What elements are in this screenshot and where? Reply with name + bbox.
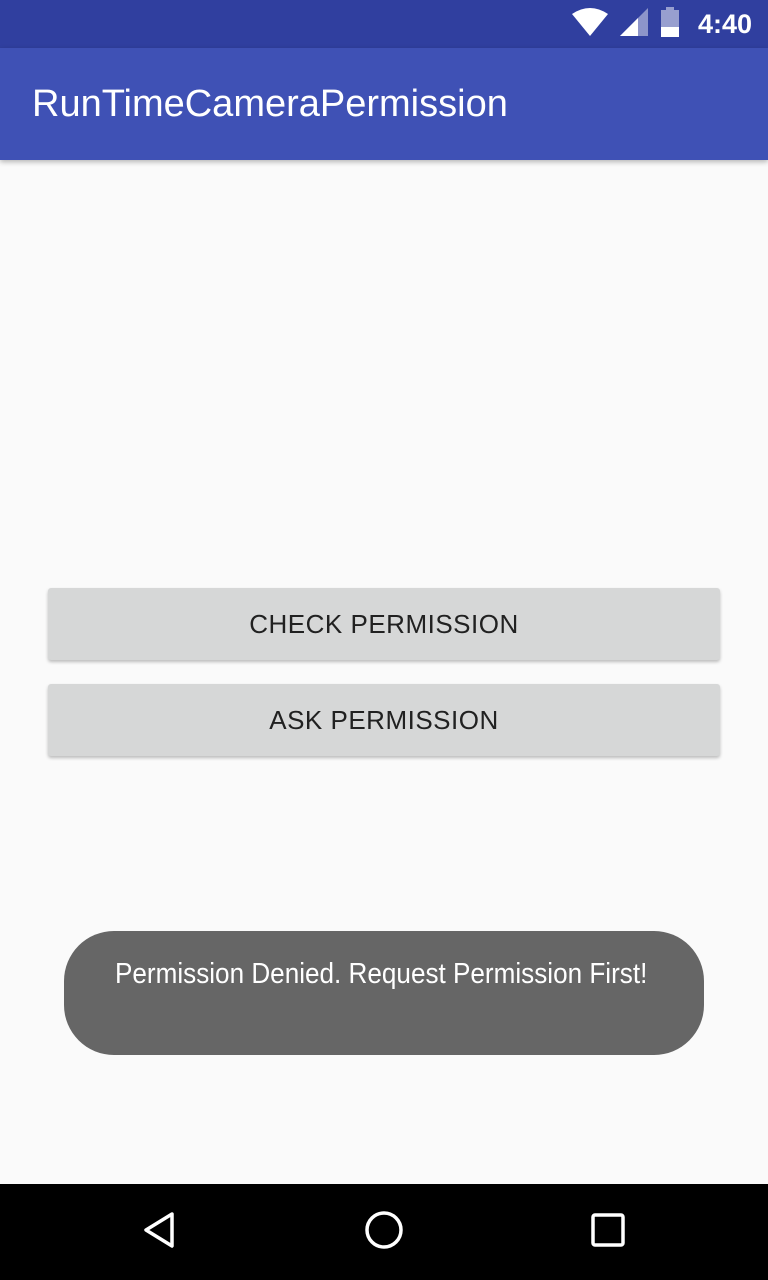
navigation-bar xyxy=(0,1184,768,1280)
status-icons: 4:40 xyxy=(571,0,752,48)
back-icon xyxy=(140,1210,180,1255)
cell-signal-icon xyxy=(619,7,648,41)
app-title: RunTimeCameraPermission xyxy=(32,83,508,125)
home-icon xyxy=(364,1210,404,1255)
toast-message: Permission Denied. Request Permission Fi… xyxy=(115,958,648,990)
back-button[interactable] xyxy=(112,1184,208,1280)
status-time: 4:40 xyxy=(697,8,752,39)
toast: Permission Denied. Request Permission Fi… xyxy=(64,931,704,1055)
status-bar: 4:40 xyxy=(0,0,768,48)
ask-permission-button[interactable]: ASK PERMISSION xyxy=(48,684,720,756)
recents-button[interactable] xyxy=(560,1184,656,1280)
battery-icon xyxy=(660,6,680,42)
app-bar: RunTimeCameraPermission xyxy=(0,48,768,160)
recents-icon xyxy=(590,1212,626,1253)
home-button[interactable] xyxy=(336,1184,432,1280)
main-content: CHECK PERMISSION ASK PERMISSION Permissi… xyxy=(0,160,768,1184)
check-permission-button[interactable]: CHECK PERMISSION xyxy=(48,588,720,660)
wifi-icon xyxy=(571,7,608,41)
